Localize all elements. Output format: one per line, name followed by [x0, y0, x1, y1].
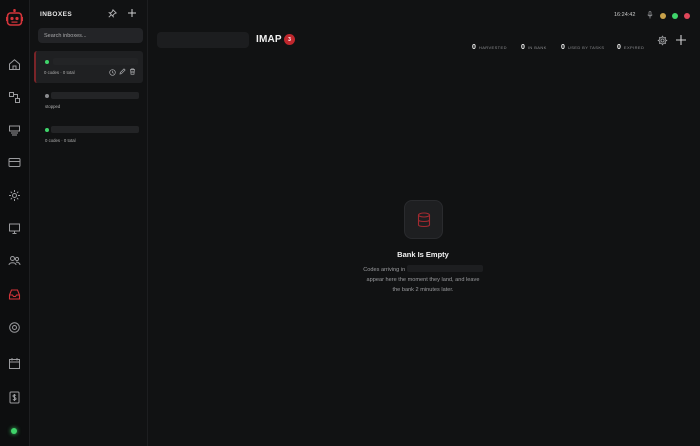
connection-status-dot — [11, 428, 17, 434]
inbox-item[interactable]: 0 codes · 0 total — [34, 123, 143, 147]
empty-state-line1: Codes arriving in — [363, 267, 406, 273]
inbox-sidebar: INBOXES 0 codes · 0 total stopped 0 code… — [30, 0, 148, 446]
inbox-item[interactable]: stopped — [34, 88, 143, 112]
nav-inbox-icon[interactable] — [8, 288, 21, 301]
inbox-selector-redacted[interactable] — [157, 32, 249, 48]
delete-icon[interactable] — [129, 68, 136, 75]
clock: 16:24:42 — [614, 12, 636, 18]
stat-used-by-tasks: 0 USED BY TASKS — [561, 44, 605, 51]
nav-home-icon[interactable] — [8, 58, 21, 71]
nav-nodes-icon[interactable] — [8, 91, 21, 104]
empty-state-description: Codes arriving in appear here the moment… — [343, 265, 503, 295]
nav-dollar-icon[interactable] — [8, 391, 21, 404]
inbox-name-redacted — [53, 58, 138, 65]
pin-icon[interactable] — [108, 9, 117, 18]
inbox-meta: 0 codes · 0 total — [44, 70, 75, 75]
empty-state-line3: the bank 2 minutes later. — [392, 287, 454, 293]
inbox-name-redacted — [406, 265, 483, 272]
nav-cards-stack-icon[interactable] — [8, 124, 21, 137]
status-dot-stopped — [45, 94, 49, 98]
status-dot-online — [45, 60, 49, 64]
history-icon[interactable] — [109, 69, 116, 76]
protocol-label: IMAP — [256, 34, 282, 45]
database-icon — [404, 200, 443, 239]
add-icon[interactable] — [675, 34, 687, 46]
nav-gear-people-icon[interactable] — [8, 189, 21, 202]
stat-harvested: 0 HARVESTED — [472, 44, 507, 51]
empty-state-title: Bank Is Empty — [397, 250, 449, 259]
inbox-name-redacted — [51, 92, 139, 99]
nav-card-icon[interactable] — [8, 156, 21, 169]
nav-users-icon[interactable] — [8, 254, 21, 267]
window-maximize-button[interactable] — [672, 13, 678, 19]
nav-calendar-icon[interactable] — [8, 357, 21, 370]
robot-logo-icon[interactable] — [6, 9, 23, 29]
inbox-item[interactable]: 0 codes · 0 total — [34, 51, 143, 83]
window-close-button[interactable] — [684, 13, 690, 19]
window-minimize-button[interactable] — [660, 13, 666, 19]
microphone-icon[interactable] — [647, 11, 653, 19]
search-inboxes-input[interactable] — [38, 28, 143, 43]
inbox-name-redacted — [51, 126, 139, 133]
nav-monitor-icon[interactable] — [8, 222, 21, 235]
settings-gear-icon[interactable] — [657, 35, 668, 46]
inbox-meta: stopped — [45, 104, 61, 109]
protocol-badge: 3 — [284, 34, 295, 45]
status-dot-online — [45, 128, 49, 132]
add-inbox-icon[interactable] — [127, 8, 137, 18]
nav-settings-icon[interactable] — [8, 321, 21, 334]
empty-state-line2: appear here the moment they land, and le… — [366, 277, 480, 283]
edit-icon[interactable] — [119, 68, 126, 75]
nav-rail — [0, 0, 30, 446]
stat-expired: 0 EXPIRED — [617, 44, 645, 51]
stat-in-bank: 0 IN BANK — [521, 44, 547, 51]
inbox-meta: 0 codes · 0 total — [45, 138, 76, 143]
sidebar-title: INBOXES — [40, 11, 73, 18]
